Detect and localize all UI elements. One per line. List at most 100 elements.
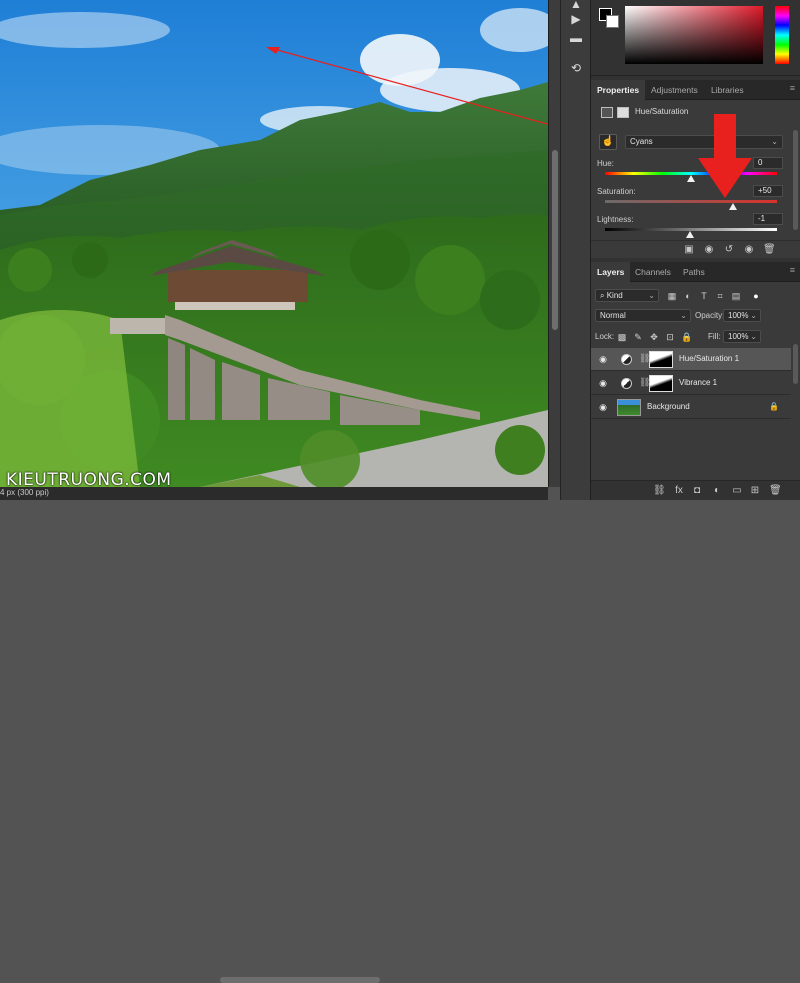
lightness-label: Lightness: bbox=[597, 215, 634, 224]
color-picker-field[interactable] bbox=[625, 6, 763, 64]
new-adjustment-icon[interactable]: ◐ bbox=[711, 485, 723, 497]
lock-position-icon[interactable]: ✥ bbox=[649, 332, 659, 342]
color-panel bbox=[591, 0, 800, 76]
smart-object-filter-icon[interactable]: ▤ bbox=[731, 291, 741, 301]
lock-icon[interactable]: 🔒 bbox=[769, 402, 779, 411]
document-canvas[interactable] bbox=[0, 0, 548, 487]
fx-icon[interactable]: fx bbox=[673, 485, 685, 497]
shape-filter-icon[interactable]: ⌗ bbox=[715, 291, 725, 301]
opacity-value: 100% bbox=[728, 311, 749, 320]
reset-icon[interactable]: ↺ bbox=[723, 244, 735, 256]
panel-toolstrip: ▲ ▶ ▬ ⟲ bbox=[560, 0, 590, 500]
properties-header: Hue/Saturation bbox=[599, 106, 789, 120]
eye-icon[interactable]: ◉ bbox=[597, 378, 609, 388]
landscape-photo bbox=[0, 0, 548, 487]
annotation-down-arrow bbox=[698, 114, 752, 198]
layer-row-background[interactable]: ◉ Background 🔒 bbox=[591, 396, 791, 419]
layer-mask-thumbnail[interactable] bbox=[649, 351, 673, 368]
adjustment-icon bbox=[601, 107, 613, 118]
status-bar: 4 px (300 ppi) bbox=[0, 487, 548, 983]
new-group-icon[interactable]: ▭ bbox=[731, 485, 743, 497]
play-icon[interactable]: ▶ bbox=[568, 11, 584, 27]
targeted-adjustment-hand-icon[interactable]: ☝ bbox=[599, 134, 617, 150]
view-previous-icon[interactable]: ◉ bbox=[703, 244, 715, 256]
tab-channels[interactable]: Channels bbox=[629, 262, 677, 282]
properties-footer: ▣ ◉ ↺ ◉ 🗑 bbox=[591, 240, 800, 258]
fill-value: 100% bbox=[728, 332, 749, 341]
tab-properties[interactable]: Properties bbox=[591, 80, 646, 100]
right-panels: Properties Adjustments Libraries ≡ Hue/S… bbox=[590, 0, 800, 500]
panel-menu-icon[interactable]: ≡ bbox=[790, 83, 795, 93]
visibility-icon[interactable]: ◉ bbox=[743, 244, 755, 256]
add-mask-icon[interactable]: ◘ bbox=[691, 485, 703, 497]
blend-mode-select[interactable]: Normal ⌄ bbox=[595, 309, 691, 322]
background-layer-thumbnail bbox=[617, 399, 641, 416]
comment-icon[interactable]: ▬ bbox=[568, 30, 584, 46]
hue-label: Hue: bbox=[597, 159, 614, 168]
properties-title: Hue/Saturation bbox=[635, 107, 689, 116]
lock-all-icon[interactable]: 🔒 bbox=[681, 332, 692, 342]
layers-tabs: Layers Channels Paths ≡ bbox=[591, 262, 800, 282]
layer-name[interactable]: Hue/Saturation 1 bbox=[679, 354, 739, 363]
new-layer-icon[interactable]: ⊞ bbox=[749, 485, 761, 497]
trash-icon[interactable]: 🗑 bbox=[763, 244, 776, 256]
filter-toggle-icon[interactable]: ● bbox=[751, 291, 761, 301]
tab-adjustments[interactable]: Adjustments bbox=[645, 80, 704, 100]
layer-row-hue-saturation[interactable]: ◉ ⛓ Hue/Saturation 1 bbox=[591, 348, 791, 371]
opacity-field[interactable]: 100% ⌄ bbox=[723, 309, 761, 322]
properties-scrollbar[interactable] bbox=[793, 130, 798, 230]
mask-icon[interactable] bbox=[617, 107, 629, 118]
tab-libraries[interactable]: Libraries bbox=[705, 80, 750, 100]
tab-layers[interactable]: Layers bbox=[591, 262, 631, 282]
eye-icon[interactable]: ◉ bbox=[597, 354, 609, 364]
chevron-down-icon: ⌄ bbox=[680, 311, 687, 320]
layers-menu-icon[interactable]: ≡ bbox=[790, 265, 795, 275]
vertical-scroll-thumb[interactable] bbox=[552, 150, 558, 330]
pixel-filter-icon[interactable]: ▦ bbox=[667, 291, 677, 301]
layer-filter-value: Kind bbox=[606, 291, 623, 300]
layers-footer: ⛓ fx ◘ ◐ ▭ ⊞ 🗑 bbox=[591, 480, 800, 500]
link-layers-icon[interactable]: ⛓ bbox=[653, 485, 666, 497]
history-icon[interactable]: ⟲ bbox=[568, 60, 584, 76]
fill-field[interactable]: 100% ⌄ bbox=[723, 330, 761, 343]
channel-select-value: Cyans bbox=[630, 137, 653, 146]
hue-slider-thumb[interactable] bbox=[687, 175, 695, 182]
saturation-slider-thumb[interactable] bbox=[729, 203, 737, 210]
filter-search-icon: ⌕ bbox=[600, 291, 607, 300]
chevron-down-icon: ⌄ bbox=[771, 137, 778, 146]
hue-value[interactable]: 0 bbox=[753, 157, 783, 169]
layer-mask-thumbnail[interactable] bbox=[649, 375, 673, 392]
lock-pixels-icon[interactable]: ✎ bbox=[633, 332, 643, 342]
chevron-down-icon: ⌄ bbox=[750, 311, 757, 320]
layers-panel: ⌕ Kind ⌄ ▦ ◐ T ⌗ ▤ ● Normal ⌄ Opacity: 1… bbox=[591, 282, 800, 480]
blend-mode-value: Normal bbox=[600, 311, 626, 320]
type-filter-icon[interactable]: T bbox=[699, 291, 709, 301]
lightness-slider-thumb[interactable] bbox=[686, 231, 694, 238]
chevron-down-icon: ⌄ bbox=[750, 332, 757, 341]
adjustment-layer-icon bbox=[621, 354, 632, 365]
eye-icon[interactable]: ◉ bbox=[597, 402, 609, 412]
vertical-scrollbar[interactable] bbox=[548, 0, 560, 487]
lightness-value[interactable]: -1 bbox=[753, 213, 783, 225]
tab-paths[interactable]: Paths bbox=[677, 262, 711, 282]
saturation-label: Saturation: bbox=[597, 187, 636, 196]
lock-label: Lock: bbox=[595, 332, 615, 341]
layer-name[interactable]: Background bbox=[647, 402, 690, 411]
trash-icon[interactable]: 🗑 bbox=[769, 485, 782, 497]
hue-strip[interactable] bbox=[775, 6, 789, 64]
layer-name[interactable]: Vibrance 1 bbox=[679, 378, 717, 387]
document-info: 4 px (300 ppi) bbox=[0, 488, 49, 497]
clip-to-layer-icon[interactable]: ▣ bbox=[683, 244, 695, 256]
horizontal-scrollbar[interactable] bbox=[220, 977, 380, 983]
layers-scrollbar[interactable] bbox=[793, 344, 798, 384]
adjustment-filter-icon[interactable]: ◐ bbox=[683, 291, 693, 301]
adjustment-layer-icon bbox=[621, 378, 632, 389]
lock-artboard-icon[interactable]: ⊡ bbox=[665, 332, 675, 342]
saturation-value[interactable]: +50 bbox=[753, 185, 783, 197]
layer-filter-select[interactable]: ⌕ Kind ⌄ bbox=[595, 289, 659, 302]
layer-row-vibrance[interactable]: ◉ ⛓ Vibrance 1 bbox=[591, 372, 791, 395]
opacity-label: Opacity: bbox=[695, 311, 725, 320]
background-color-swatch[interactable] bbox=[606, 15, 619, 28]
lock-transparent-icon[interactable]: ▩ bbox=[617, 332, 627, 342]
chevron-down-icon: ⌄ bbox=[648, 291, 655, 300]
